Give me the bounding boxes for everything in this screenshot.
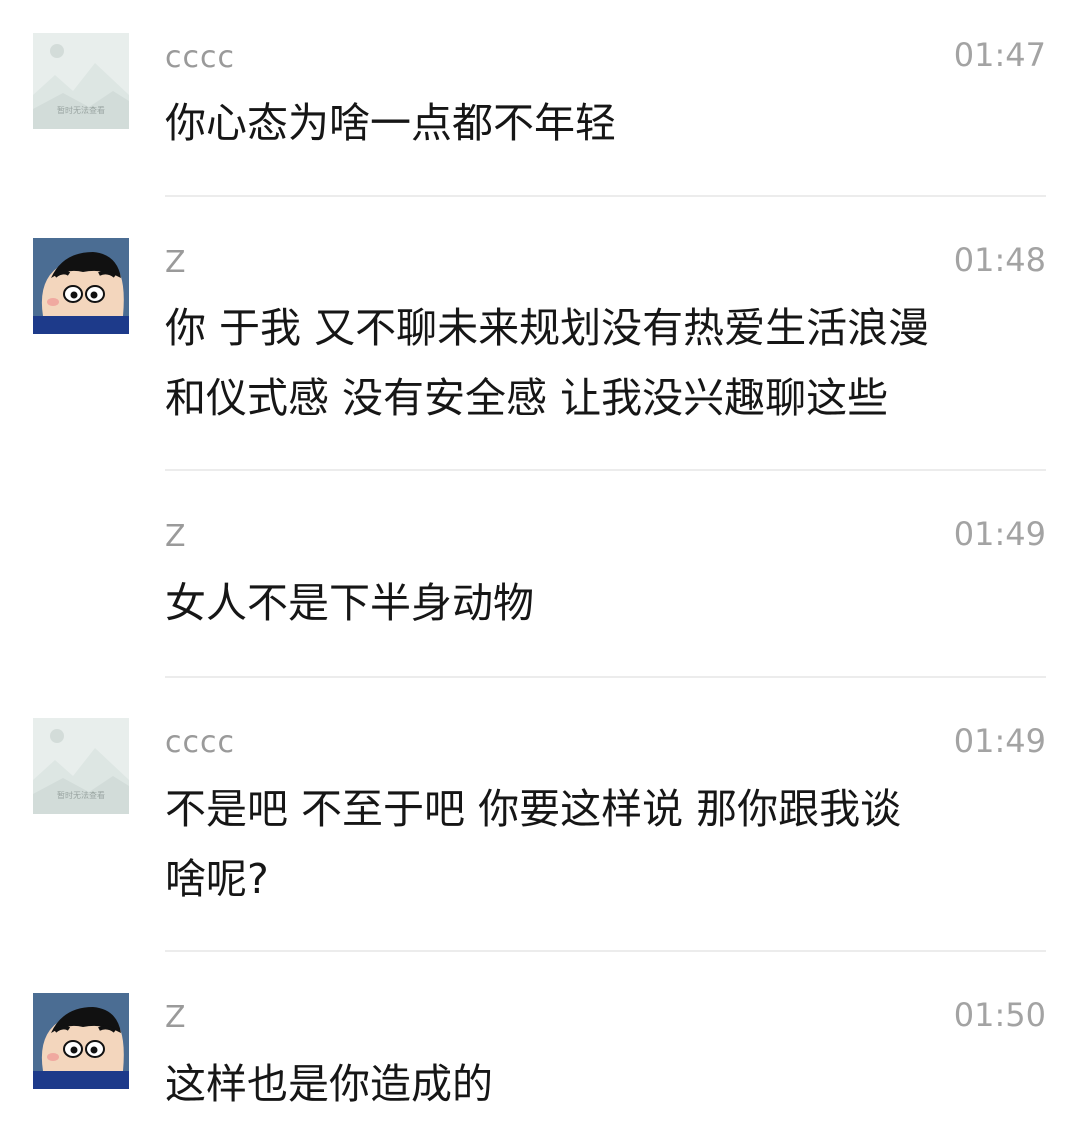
svg-text:暂时无法查看: 暂时无法查看 xyxy=(57,105,105,115)
chat-history: 暂时无法查看 cccc 01:47 你心态为啥一点都不年轻 Z 01:48 你 … xyxy=(0,0,1080,1147)
message-item[interactable]: Z 01:48 你 于我 又不聊未来规划没有热爱生活浪漫 和仪式感 没有安全感 … xyxy=(0,196,1080,470)
message-item[interactable]: 暂时无法查看 cccc 01:49 不是吧 不至于吧 你要这样说 那你跟我谈 啥… xyxy=(0,677,1080,951)
message-text: 这样也是你造成的 xyxy=(165,1060,493,1108)
message-time: 01:49 xyxy=(953,722,1046,760)
message-text: 女人不是下半身动物 xyxy=(165,579,534,627)
sender-name: Z xyxy=(165,1000,187,1035)
placeholder-image-icon[interactable]: 暂时无法查看 xyxy=(33,33,129,129)
sender-name: cccc xyxy=(165,40,235,75)
sender-name: cccc xyxy=(165,725,235,760)
message-time: 01:49 xyxy=(953,515,1046,553)
message-item[interactable]: Z 01:50 这样也是你造成的 xyxy=(0,951,1080,1147)
message-time: 01:50 xyxy=(953,996,1046,1034)
message-text: 你心态为啥一点都不年轻 xyxy=(165,99,616,147)
svg-text:暂时无法查看: 暂时无法查看 xyxy=(57,790,105,800)
cartoon-boy-avatar-icon[interactable] xyxy=(33,238,129,334)
message-item[interactable]: 暂时无法查看 cccc 01:47 你心态为啥一点都不年轻 xyxy=(0,0,1080,196)
sender-name: Z xyxy=(165,519,187,554)
message-item[interactable]: Z 01:49 女人不是下半身动物 xyxy=(0,470,1080,676)
message-text: 你 于我 又不聊未来规划没有热爱生活浪漫 和仪式感 没有安全感 让我没兴趣聊这些 xyxy=(165,304,930,422)
sender-name: Z xyxy=(165,245,187,280)
message-text: 不是吧 不至于吧 你要这样说 那你跟我谈 啥呢? xyxy=(165,785,902,903)
cartoon-boy-avatar-icon[interactable] xyxy=(33,993,129,1089)
placeholder-image-icon[interactable]: 暂时无法查看 xyxy=(33,718,129,814)
message-time: 01:47 xyxy=(953,36,1046,74)
message-time: 01:48 xyxy=(953,241,1046,279)
